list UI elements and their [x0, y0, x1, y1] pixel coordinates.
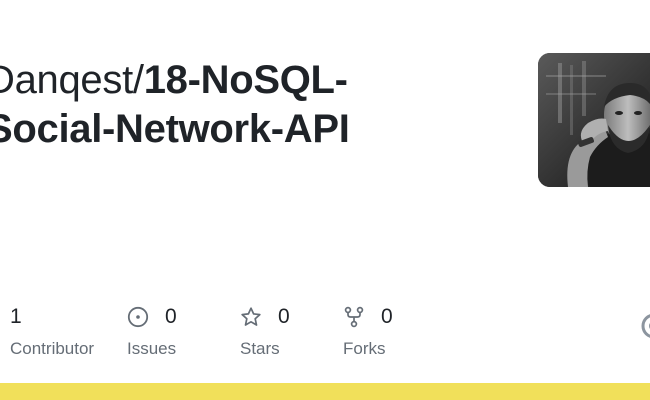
avatar [538, 53, 650, 187]
forks-label: Forks [343, 339, 386, 358]
issue-opened-icon [127, 306, 149, 328]
stars-label: Stars [240, 339, 280, 358]
star-icon [240, 306, 262, 328]
repo-stats: 1 Contributor 0 Issues 0 Stars 0 Forks [0, 300, 650, 370]
stat-issues[interactable]: 0 Issues [127, 300, 177, 360]
language-bar-fill [0, 383, 650, 400]
stars-count: 0 [278, 305, 290, 328]
repo-owner: Danqest [0, 58, 133, 102]
repo-name-line1: 18-NoSQL- [143, 58, 348, 102]
contributors-label: Contributor [10, 339, 95, 358]
stat-forks[interactable]: 0 Forks [343, 300, 393, 360]
repo-forked-icon [343, 306, 365, 328]
language-bar [0, 383, 650, 400]
stat-stars[interactable]: 0 Stars [240, 300, 290, 360]
repo-title[interactable]: Danqest/18-NoSQL- Social-Network-API [0, 56, 466, 154]
forks-count: 0 [381, 305, 393, 328]
avatar-photo [538, 53, 650, 187]
issues-label: Issues [127, 339, 177, 358]
github-mark-icon [641, 314, 650, 338]
issues-count: 0 [165, 305, 177, 328]
stat-contributors[interactable]: 1 Contributor [10, 300, 94, 360]
contributors-count: 1 [10, 305, 22, 328]
social-preview-card: Danqest/18-NoSQL- Social-Network-API 1 C… [0, 0, 650, 400]
repo-name-line2: Social-Network-API [0, 107, 350, 151]
repo-separator: / [132, 58, 144, 102]
